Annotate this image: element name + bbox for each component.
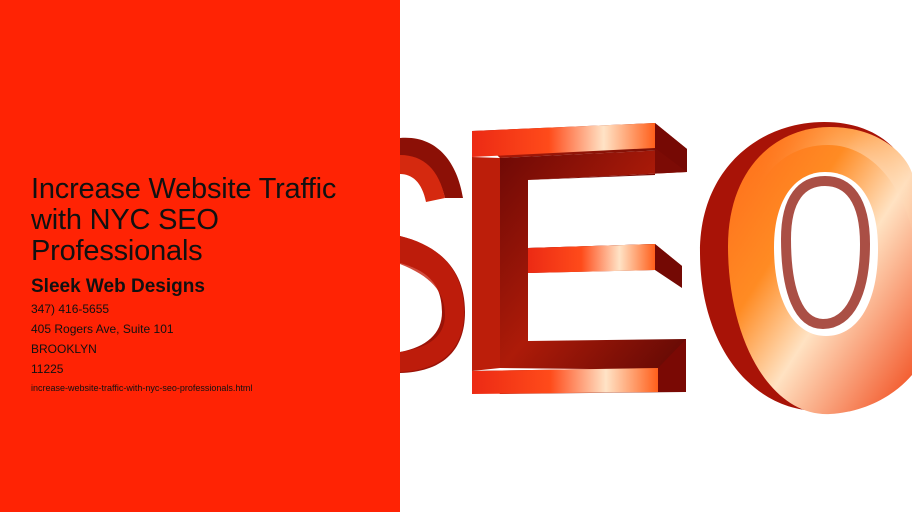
company-name: Sleek Web Designs bbox=[31, 276, 205, 297]
seo-image-panel bbox=[400, 0, 912, 512]
street-address: 405 Rogers Ave, Suite 101 bbox=[31, 322, 174, 336]
seo-slide: Increase Website Traffic with NYC SEO Pr… bbox=[0, 0, 912, 512]
red-text-panel: Increase Website Traffic with NYC SEO Pr… bbox=[0, 0, 400, 512]
page-file-link[interactable]: increase-website-traffic-with-nyc-seo-pr… bbox=[31, 382, 252, 394]
zip-code: 11225 bbox=[31, 362, 64, 376]
seo-3d-letters-icon bbox=[400, 122, 912, 415]
city-name: BROOKLYN bbox=[31, 342, 97, 356]
seo-letter-e-icon bbox=[472, 123, 687, 394]
seo-letter-s-icon bbox=[400, 137, 465, 373]
seo-letter-o-icon bbox=[700, 122, 912, 415]
phone-number: 347) 416-5655 bbox=[31, 302, 110, 316]
slide-title: Increase Website Traffic with NYC SEO Pr… bbox=[31, 173, 337, 267]
